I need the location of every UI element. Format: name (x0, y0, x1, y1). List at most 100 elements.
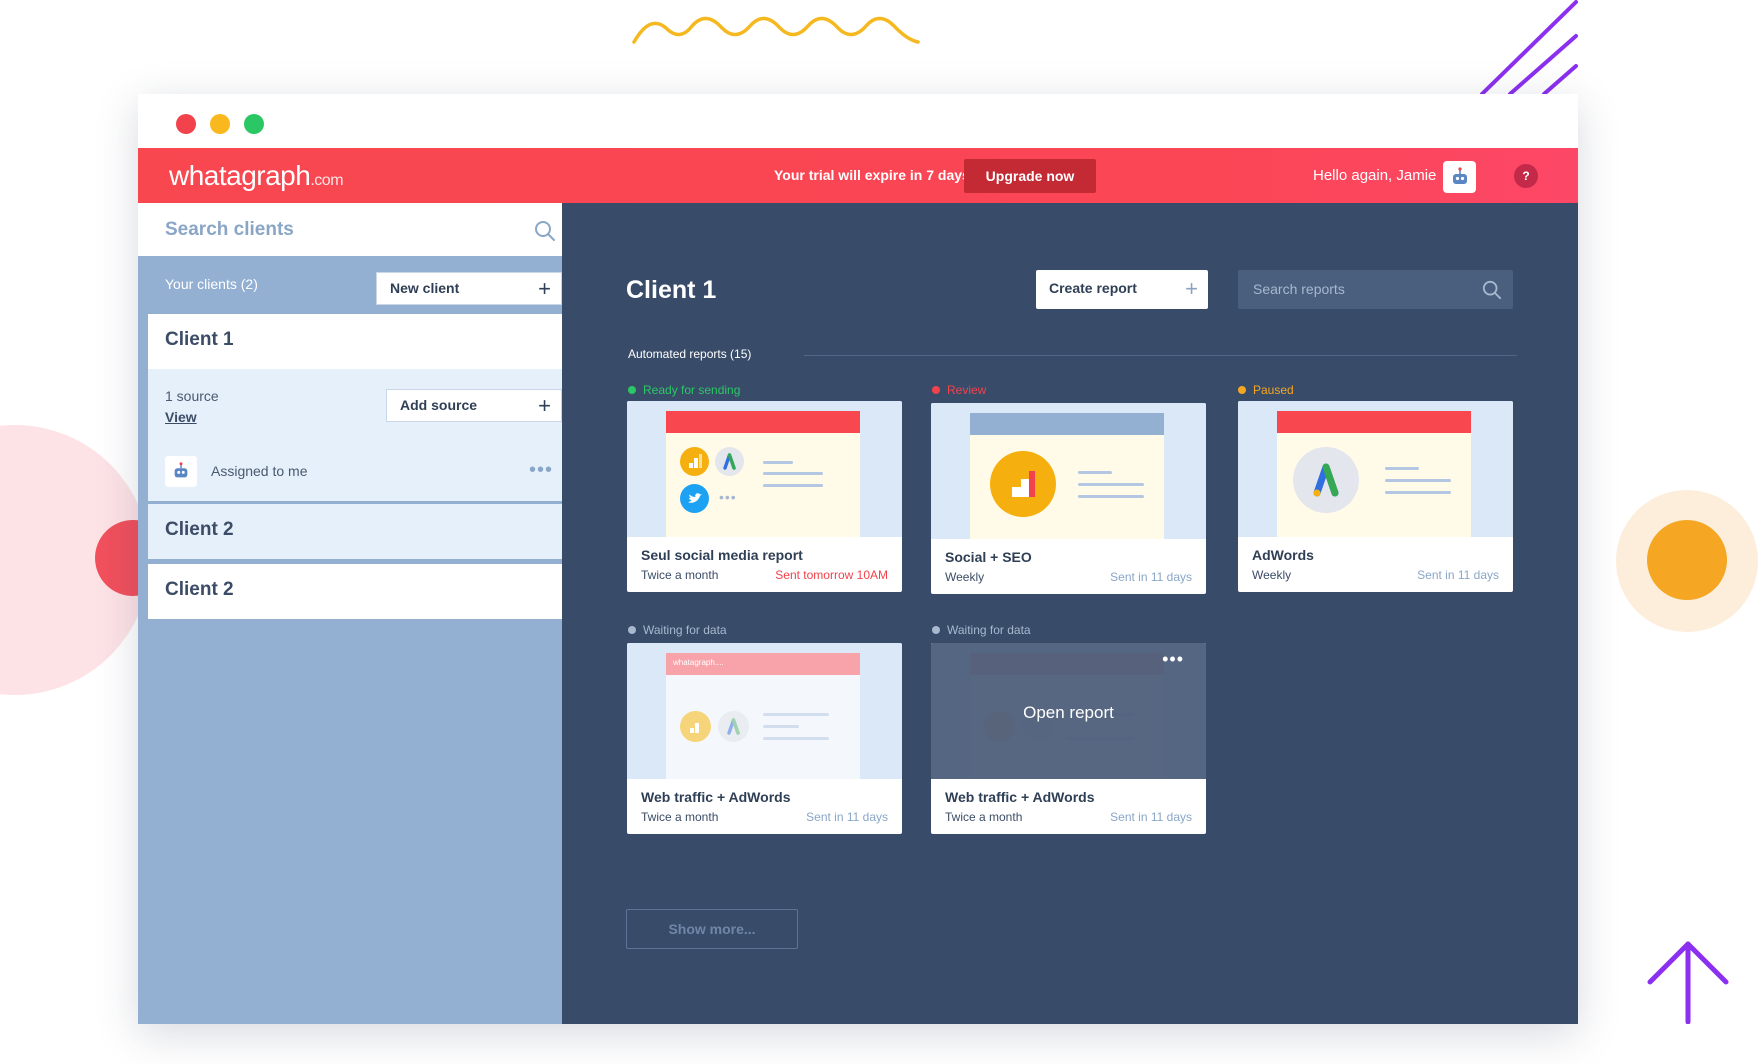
assigned-to-me-label: Assigned to me (211, 463, 308, 479)
analytics-icon (990, 451, 1056, 517)
help-button[interactable]: ? (1514, 164, 1538, 188)
maximize-window-button[interactable] (244, 114, 264, 134)
window-titlebar (138, 94, 1578, 148)
upgrade-now-button[interactable]: Upgrade now (964, 159, 1096, 193)
status-text: Review (947, 383, 987, 397)
orange-dot-decoration (1647, 520, 1727, 600)
status-text: Waiting for data (643, 623, 727, 637)
add-source-label: Add source (400, 397, 478, 413)
report-frequency: Weekly (945, 570, 985, 584)
report-card[interactable]: AdWords Weekly Sent in 11 days (1238, 401, 1513, 592)
preview-line (763, 737, 829, 740)
more-options-icon[interactable]: ••• (1162, 649, 1184, 670)
status-dot (1238, 386, 1246, 394)
report-frequency: Twice a month (945, 810, 1023, 824)
status-badge: Waiting for data (628, 623, 727, 637)
search-icon[interactable] (1482, 280, 1502, 300)
preview-header: whatagraph.... (666, 653, 860, 675)
report-send-info: Sent in 11 days (1417, 568, 1499, 582)
report-send-info: Sent tomorrow 10AM (775, 568, 888, 582)
report-thumbnail (1238, 401, 1513, 537)
assignee-avatar (165, 456, 197, 487)
client-name: Client 2 (165, 579, 234, 600)
status-text: Ready for sending (643, 383, 741, 397)
section-divider (804, 355, 1517, 356)
client-item-client-2[interactable]: Client 2 (148, 504, 562, 559)
report-preview (1277, 411, 1471, 537)
status-badge: Waiting for data (932, 623, 1031, 637)
plus-icon: + (538, 393, 551, 418)
report-title: AdWords (1252, 547, 1314, 563)
report-title: Seul social media report (641, 547, 803, 563)
open-report-button[interactable]: Open report (931, 703, 1206, 723)
report-card[interactable]: Social + SEO Weekly Sent in 11 days (931, 403, 1206, 594)
robot-avatar-icon (1452, 167, 1467, 184)
report-frequency: Twice a month (641, 810, 719, 824)
minimize-window-button[interactable] (210, 114, 230, 134)
report-thumbnail (931, 403, 1206, 539)
client-name: Client 1 (165, 329, 234, 350)
preview-line (763, 484, 823, 487)
more-options-icon[interactable]: ••• (529, 459, 553, 482)
status-text: Paused (1253, 383, 1294, 397)
search-clients-placeholder: Search clients (165, 219, 294, 240)
clients-sidebar: Search clients Your clients (2) New clie… (138, 203, 562, 1024)
preview-line (1385, 479, 1451, 482)
report-card[interactable]: Open report ••• Web traffic + AdWords Tw… (931, 643, 1206, 834)
report-thumbnail: ••• (627, 401, 902, 537)
preview-line (1385, 491, 1451, 494)
report-thumbnail: Open report ••• (931, 643, 1206, 779)
search-reports-placeholder: Search reports (1253, 281, 1345, 297)
status-badge: Review (932, 383, 986, 397)
client-name: Client 2 (165, 519, 234, 540)
preview-line (1078, 495, 1144, 498)
view-sources-link[interactable]: View (165, 409, 197, 425)
analytics-icon (680, 711, 711, 742)
report-preview (970, 413, 1164, 539)
status-dot (628, 386, 636, 394)
logo-text: whatagraph (169, 160, 311, 191)
report-send-info: Sent in 11 days (1110, 570, 1192, 584)
user-greeting: Hello again, Jamie (1313, 167, 1437, 184)
whatagraph-logo[interactable]: whatagraph.com (169, 160, 344, 192)
search-icon[interactable] (534, 220, 556, 242)
report-card[interactable]: ••• Seul social media report Twice a mon… (627, 401, 902, 592)
search-reports-field[interactable]: Search reports (1238, 270, 1513, 309)
report-frequency: Twice a month (641, 568, 719, 582)
new-client-label: New client (390, 280, 460, 296)
user-avatar[interactable] (1443, 161, 1476, 193)
preview-line (1385, 467, 1419, 470)
preview-line (763, 472, 823, 475)
app-window: whatagraph.com Your trial will expire in… (138, 94, 1578, 1024)
screenshot-stage: whatagraph.com Your trial will expire in… (0, 0, 1758, 1064)
status-dot (932, 626, 940, 634)
status-text: Waiting for data (947, 623, 1031, 637)
preview-line (763, 725, 799, 728)
report-title: Web traffic + AdWords (641, 789, 791, 805)
plus-icon: + (1185, 276, 1198, 301)
report-title: Social + SEO (945, 549, 1032, 565)
status-dot (628, 626, 636, 634)
page-title: Client 1 (626, 276, 717, 304)
adwords-icon (715, 447, 744, 476)
close-window-button[interactable] (176, 114, 196, 134)
adwords-icon (718, 711, 749, 742)
purple-lines-decoration (1480, 0, 1578, 96)
analytics-icon (680, 447, 709, 476)
your-clients-count: Your clients (2) (165, 276, 258, 292)
report-card[interactable]: whatagraph.... Web traffic + AdWords Twi… (627, 643, 902, 834)
search-clients-field[interactable]: Search clients (138, 203, 562, 256)
client-item-client-2[interactable]: Client 2 (148, 564, 562, 619)
status-dot (932, 386, 940, 394)
trial-notice: Your trial will expire in 7 days (774, 167, 970, 183)
add-source-button[interactable]: Add source + (386, 389, 562, 422)
robot-avatar-icon (174, 462, 188, 478)
show-more-button[interactable]: Show more... (626, 909, 798, 949)
client-item-client-1[interactable]: Client 1 (148, 314, 562, 369)
new-client-button[interactable]: New client + (376, 272, 562, 305)
create-report-button[interactable]: Create report + (1036, 270, 1208, 309)
automated-reports-label: Automated reports (15) (628, 347, 752, 361)
zigzag-decoration (632, 16, 920, 44)
preview-line (1078, 483, 1144, 486)
preview-line (763, 461, 793, 464)
